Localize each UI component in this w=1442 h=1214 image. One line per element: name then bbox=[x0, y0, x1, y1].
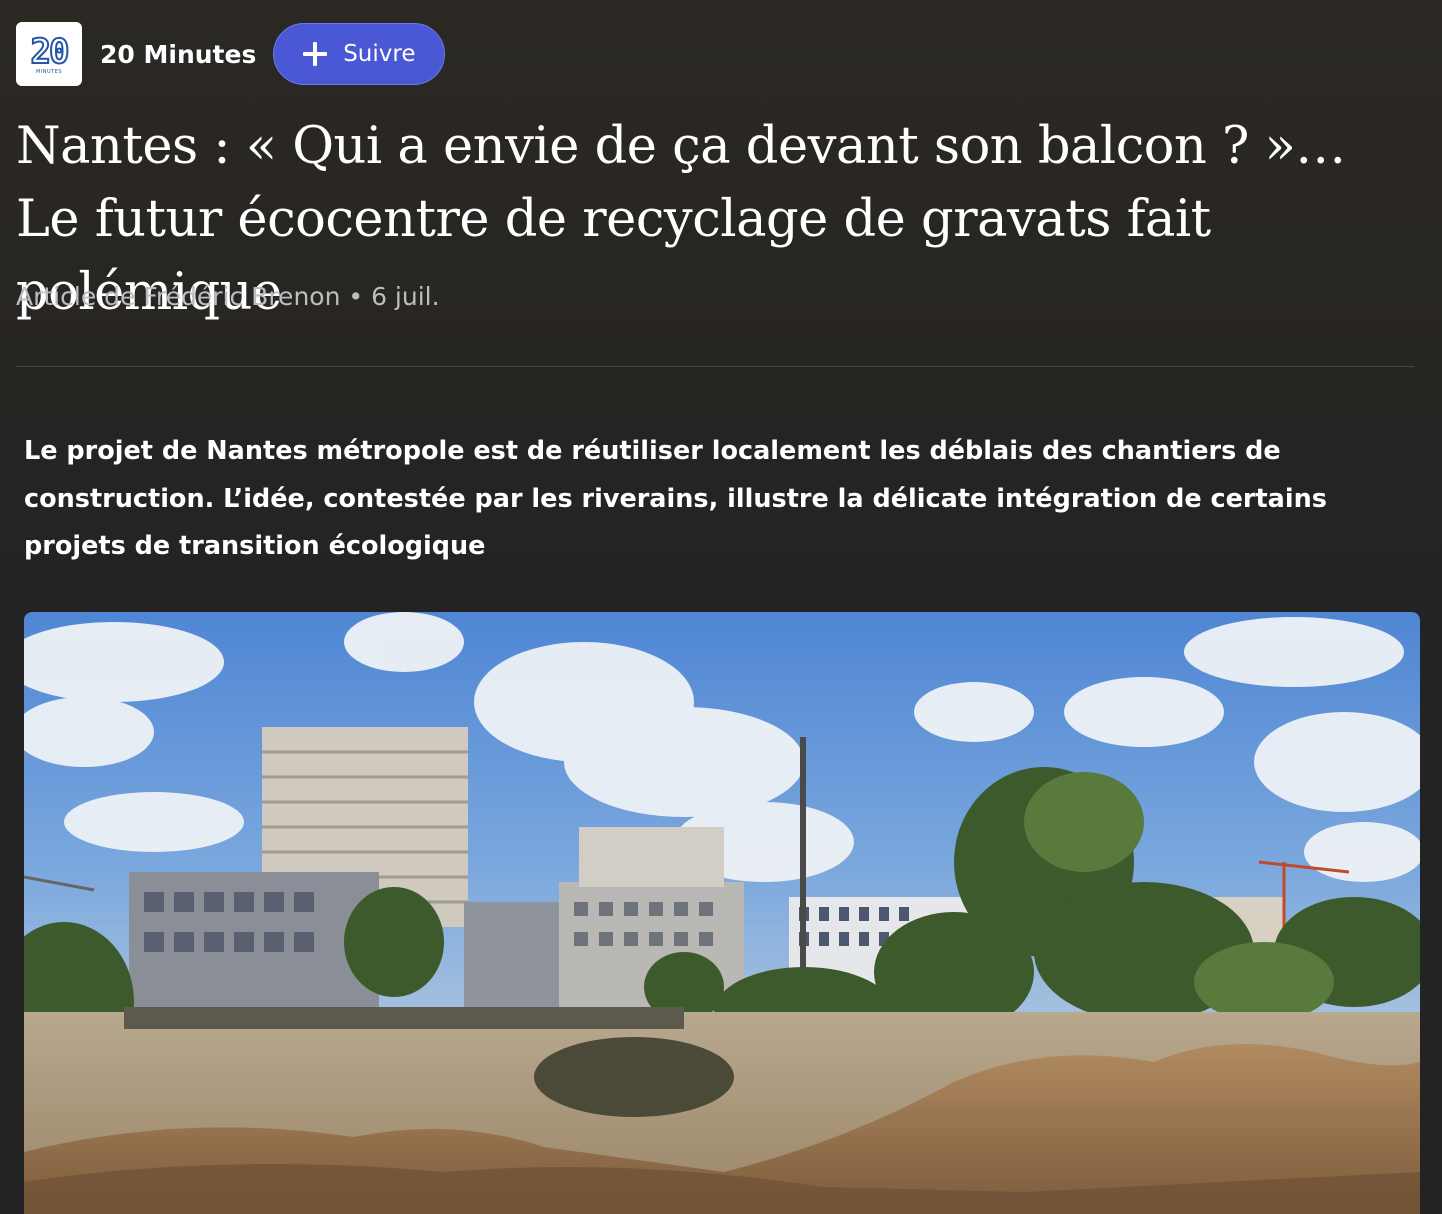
publisher-logo[interactable]: 20 MINUTES bbox=[16, 22, 82, 86]
publisher-name[interactable]: 20 Minutes bbox=[100, 40, 256, 69]
plus-icon bbox=[303, 42, 328, 66]
article-lead: Le projet de Nantes métropole est de réu… bbox=[24, 436, 1327, 561]
publisher-bar: 20 MINUTES 20 Minutes Suivre bbox=[16, 22, 446, 86]
divider bbox=[16, 366, 1414, 367]
follow-button[interactable]: Suivre bbox=[273, 23, 446, 85]
publisher-logo-subtext: MINUTES bbox=[35, 69, 63, 75]
follow-button-label: Suivre bbox=[343, 41, 416, 67]
hero-photo-illustration bbox=[24, 612, 1420, 1214]
article-hero-image[interactable] bbox=[24, 612, 1420, 1214]
article-byline: Article de Frédéric Brenon • 6 juil. bbox=[16, 282, 440, 311]
publisher-logo-number: 20 bbox=[30, 32, 71, 72]
